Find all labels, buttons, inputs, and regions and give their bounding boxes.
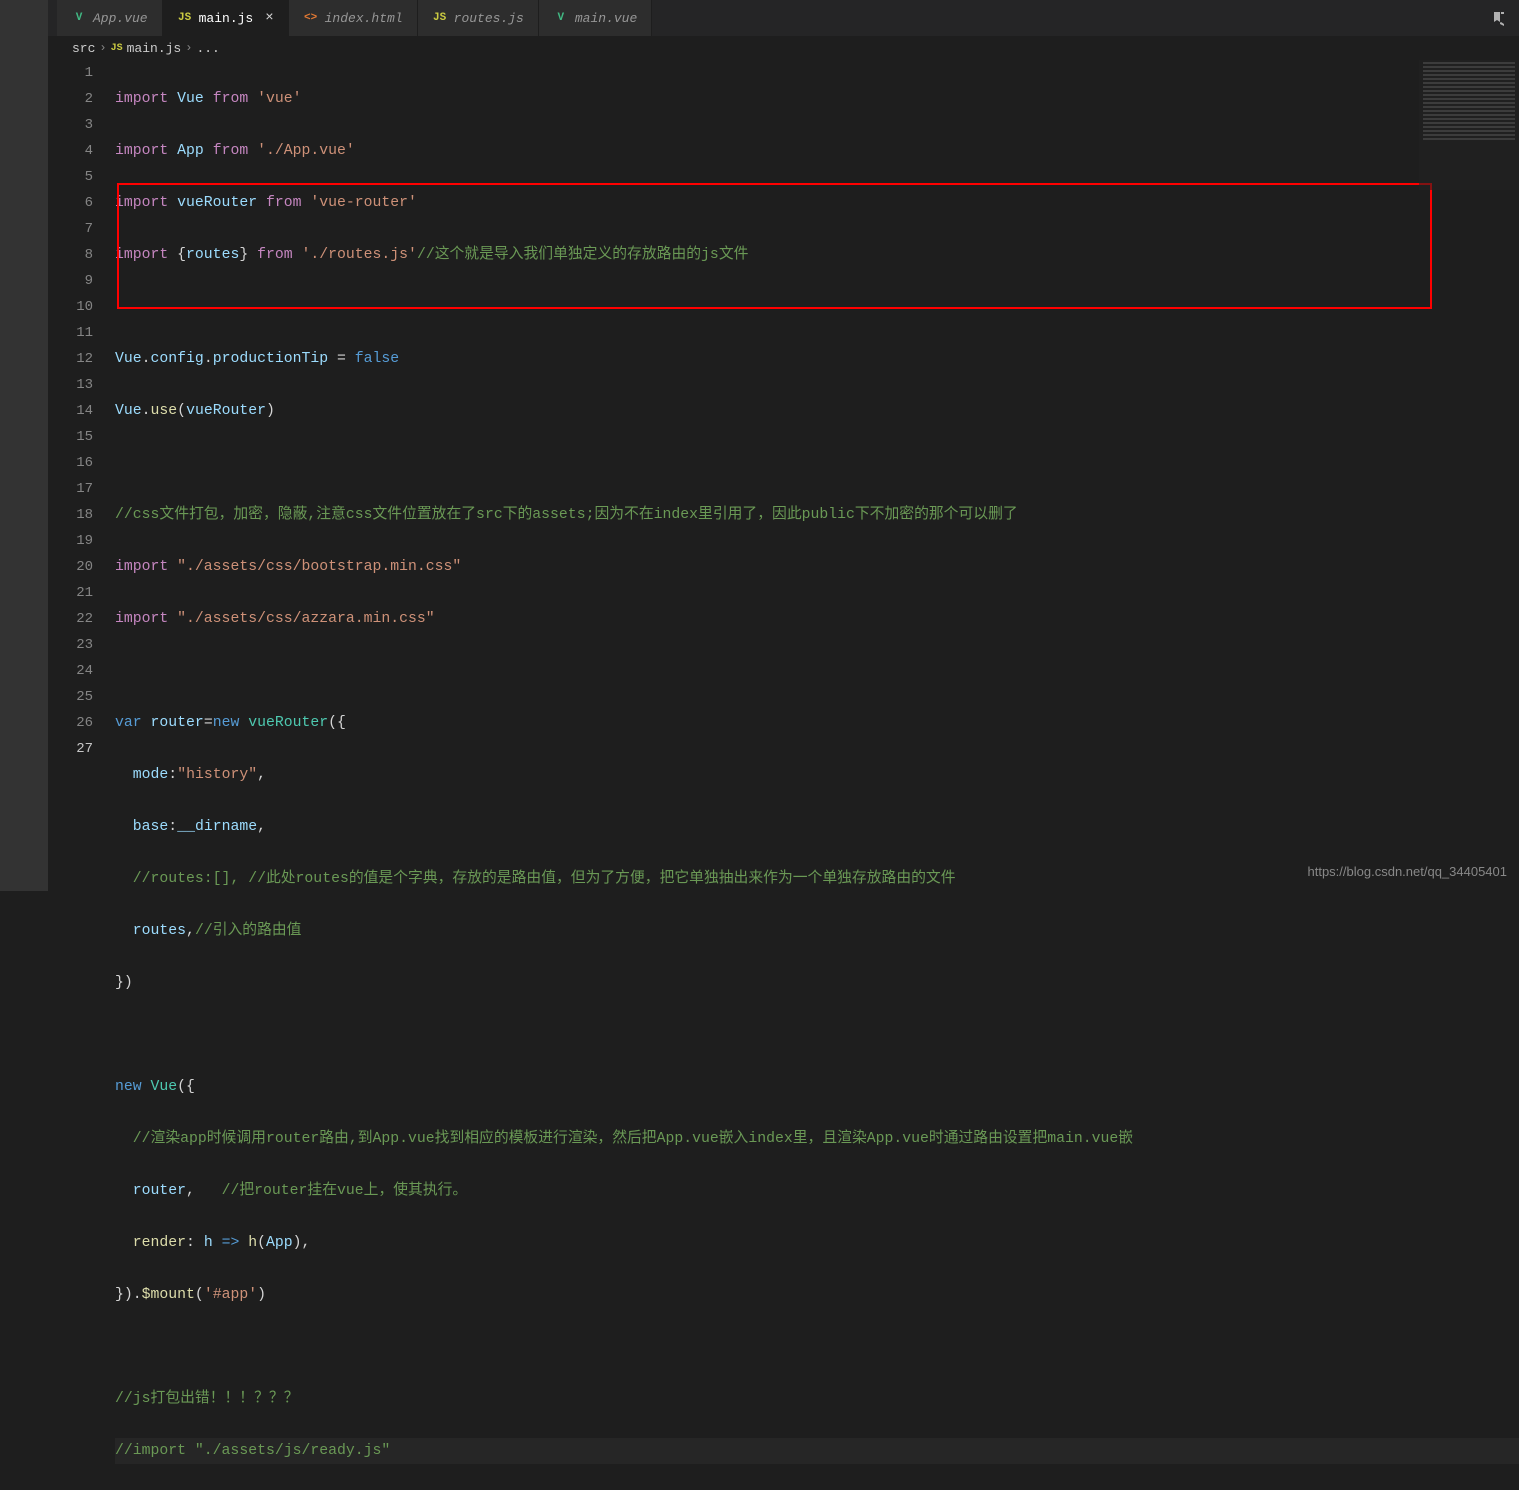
compare-changes-icon[interactable]: [1479, 0, 1519, 36]
js-icon: JS: [111, 43, 123, 54]
watermark: https://blog.csdn.net/qq_34405401: [1308, 864, 1508, 879]
code-content[interactable]: import Vue from 'vue' import App from '.…: [115, 60, 1519, 1490]
line-gutter: 1234567891011121314151617181920212223242…: [57, 60, 115, 1490]
tabs-bar: V App.vue JS main.js × <> index.html JS …: [0, 0, 1519, 36]
tab-index-html[interactable]: <> index.html: [289, 0, 418, 36]
js-icon: JS: [432, 10, 448, 26]
tab-label: App.vue: [93, 11, 148, 26]
editor[interactable]: 1234567891011121314151617181920212223242…: [0, 60, 1519, 1490]
tab-main-js[interactable]: JS main.js ×: [163, 0, 289, 36]
breadcrumb-item[interactable]: main.js: [127, 41, 182, 56]
vue-icon: V: [71, 10, 87, 26]
close-icon[interactable]: ×: [259, 10, 273, 26]
tab-routes-js[interactable]: JS routes.js: [418, 0, 539, 36]
chevron-right-icon: ›: [99, 41, 106, 55]
tab-main-vue[interactable]: V main.vue: [539, 0, 652, 36]
html-icon: <>: [303, 10, 319, 26]
js-icon: JS: [177, 10, 193, 26]
tab-app-vue[interactable]: V App.vue: [57, 0, 163, 36]
vue-icon: V: [553, 10, 569, 26]
breadcrumb[interactable]: src › JS main.js › ...: [0, 36, 1519, 60]
breadcrumb-item[interactable]: src: [72, 41, 95, 56]
tab-label: main.vue: [575, 11, 637, 26]
minimap[interactable]: [1419, 60, 1519, 190]
tab-label: index.html: [325, 11, 403, 26]
breadcrumb-item[interactable]: ...: [196, 41, 219, 56]
tab-label: routes.js: [454, 11, 524, 26]
tab-label: main.js: [199, 11, 254, 26]
chevron-right-icon: ›: [185, 41, 192, 55]
